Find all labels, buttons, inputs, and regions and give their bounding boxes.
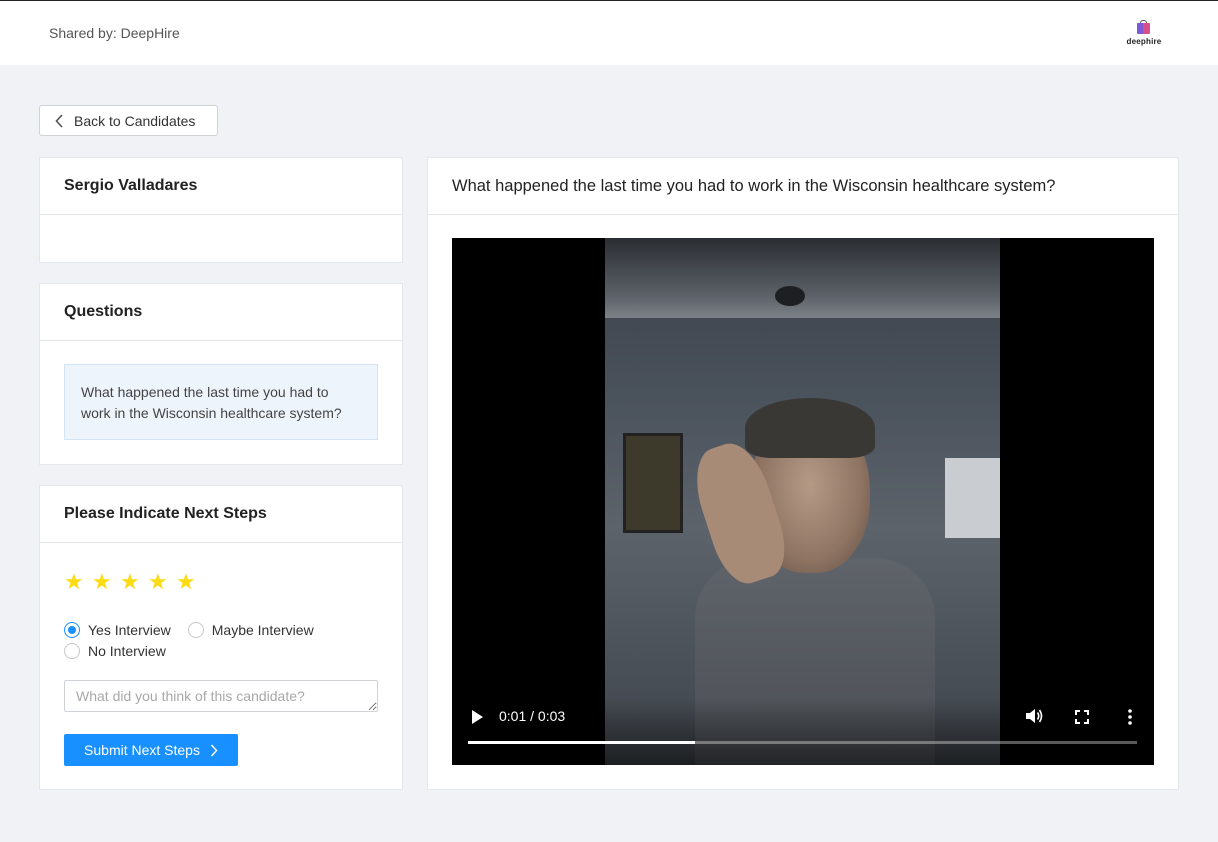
star-icon[interactable]: ★ — [176, 571, 196, 593]
star-icon[interactable]: ★ — [64, 571, 84, 593]
top-bar: Shared by: DeepHire deephire — [0, 0, 1218, 65]
chevron-right-icon — [210, 743, 218, 757]
video-frame — [605, 238, 1000, 765]
star-icon[interactable]: ★ — [148, 571, 168, 593]
video-progress-fill — [468, 741, 696, 744]
radio-label: Yes Interview — [88, 621, 171, 638]
video-card: What happened the last time you had to w… — [427, 157, 1179, 790]
submit-next-steps-button[interactable]: Submit Next Steps — [64, 734, 238, 766]
questions-card: Questions What happened the last time yo… — [39, 283, 403, 465]
radio-button[interactable] — [64, 621, 80, 638]
interview-radio-group: Yes Interview Maybe Interview No Intervi… — [64, 619, 364, 661]
question-item[interactable]: What happened the last time you had to w… — [64, 364, 378, 440]
candidate-comment-field[interactable] — [64, 680, 378, 712]
logo-bag-icon — [1136, 20, 1152, 35]
video-progress-bar[interactable] — [468, 741, 1137, 744]
play-icon[interactable] — [470, 709, 484, 725]
video-player[interactable]: 0:01 / 0:03 — [452, 238, 1154, 765]
candidate-card: Sergio Valladares — [39, 157, 403, 263]
submit-label: Submit Next Steps — [84, 742, 200, 758]
video-time: 0:01 / 0:03 — [499, 708, 566, 724]
more-options-icon[interactable] — [1127, 709, 1133, 725]
radio-label: No Interview — [88, 642, 166, 659]
star-icon[interactable]: ★ — [92, 571, 112, 593]
radio-yes-interview[interactable]: Yes Interview — [64, 621, 171, 638]
back-button-label: Back to Candidates — [74, 112, 196, 129]
next-steps-title: Please Indicate Next Steps — [40, 486, 402, 543]
deephire-logo: deephire — [1124, 20, 1164, 46]
candidate-name: Sergio Valladares — [40, 158, 402, 215]
video-question-title: What happened the last time you had to w… — [428, 158, 1178, 215]
back-to-candidates-button[interactable]: Back to Candidates — [39, 105, 218, 136]
radio-no-interview[interactable]: No Interview — [64, 642, 166, 659]
chevron-left-icon — [55, 113, 63, 128]
logo-text: deephire — [1126, 37, 1162, 46]
questions-title: Questions — [40, 284, 402, 341]
radio-button[interactable] — [64, 642, 80, 659]
star-rating: ★ ★ ★ ★ ★ — [64, 571, 196, 593]
star-icon[interactable]: ★ — [120, 571, 140, 593]
fullscreen-icon[interactable] — [1075, 710, 1089, 724]
radio-label: Maybe Interview — [211, 621, 314, 638]
radio-button[interactable] — [187, 621, 204, 638]
next-steps-card: Please Indicate Next Steps ★ ★ ★ ★ ★ Yes… — [39, 485, 403, 790]
shared-by-label: Shared by: DeepHire — [49, 25, 180, 41]
radio-maybe-interview[interactable]: Maybe Interview — [187, 621, 314, 638]
volume-icon[interactable] — [1025, 708, 1043, 724]
